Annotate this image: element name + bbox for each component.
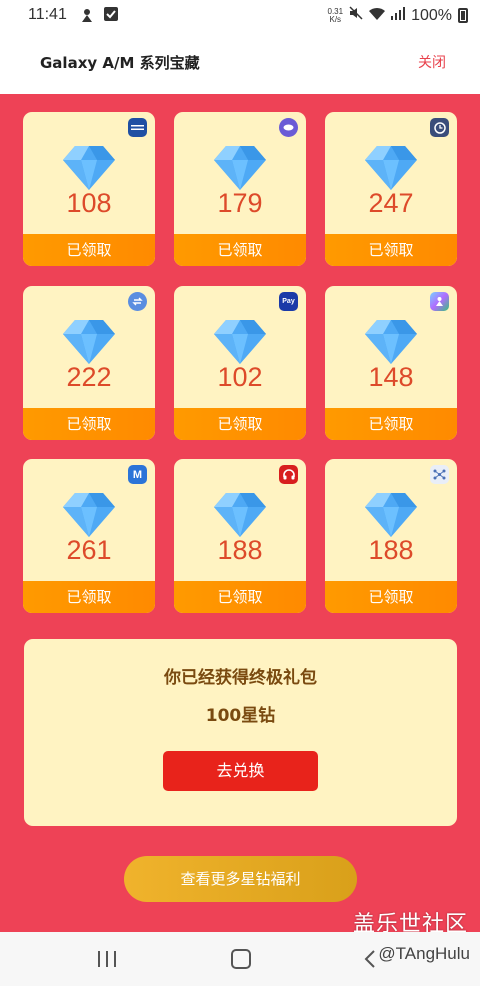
- diamond-icon: [214, 320, 266, 364]
- reward-value: 247: [368, 188, 414, 218]
- reward-value: 188: [368, 535, 414, 565]
- headphones-app-icon: [279, 465, 298, 484]
- diamond-icon: [63, 146, 115, 190]
- status-right: 0.31 K/s 100%: [328, 6, 468, 25]
- reward-card[interactable]: 148 已领取: [325, 286, 457, 440]
- checkbox-notification-icon: [104, 7, 118, 26]
- reward-value: 108: [66, 188, 112, 218]
- diamond-icon: [365, 146, 417, 190]
- diamond-icon: [63, 320, 115, 364]
- network-speed: 0.31 K/s: [328, 7, 344, 24]
- reward-value: 222: [66, 362, 112, 392]
- rewards-area: 108 已领取 179 已领取 247 已领取 222 已领取 Pay 102 …: [0, 94, 480, 932]
- claimed-label: 已领取: [23, 581, 155, 613]
- game-launcher-icon: [430, 292, 449, 311]
- notification-icon: [80, 7, 94, 28]
- claimed-label: 已领取: [325, 408, 457, 440]
- clock-app-icon: [430, 118, 449, 137]
- gift-amount: 100星钻: [205, 706, 276, 726]
- claimed-label: 已领取: [23, 234, 155, 266]
- signal-icon: [391, 6, 406, 25]
- mute-icon: [349, 6, 363, 25]
- claimed-label: 已领取: [174, 581, 306, 613]
- reward-card[interactable]: Pay 102 已领取: [174, 286, 306, 440]
- claimed-label: 已领取: [174, 234, 306, 266]
- recent-apps-button[interactable]: [98, 951, 118, 967]
- reward-card[interactable]: 179 已领取: [174, 112, 306, 266]
- reward-value: 179: [217, 188, 263, 218]
- status-time: 11:41: [28, 6, 67, 23]
- battery-percent: 100%: [411, 6, 452, 24]
- reward-value: 102: [217, 362, 263, 392]
- reward-card[interactable]: 247 已领取: [325, 112, 457, 266]
- samsung-notes-icon: M: [128, 465, 147, 484]
- app-header: Galaxy A/M 系列宝藏 关闭: [0, 30, 480, 94]
- share-network-icon: [430, 465, 449, 484]
- battery-icon: [458, 8, 468, 23]
- claimed-label: 已领取: [174, 408, 306, 440]
- ultimate-gift-panel: 你已经获得终极礼包 100星钻 去兑换: [24, 639, 457, 826]
- reward-card[interactable]: 188 已领取: [174, 459, 306, 613]
- diamond-icon: [214, 146, 266, 190]
- reward-value: 261: [66, 535, 112, 565]
- samsung-members-icon: [128, 118, 147, 137]
- home-button[interactable]: [231, 949, 251, 969]
- claimed-label: 已领取: [325, 234, 457, 266]
- diamond-icon: [63, 493, 115, 537]
- reward-value: 188: [217, 535, 263, 565]
- smart-switch-icon: [128, 292, 147, 311]
- galaxy-store-icon: [279, 118, 298, 137]
- more-rewards-button[interactable]: 查看更多星钻福利: [124, 856, 357, 902]
- reward-card[interactable]: 222 已领取: [23, 286, 155, 440]
- wifi-icon: [369, 7, 386, 25]
- close-button[interactable]: 关闭: [418, 52, 446, 72]
- samsung-pay-icon: Pay: [279, 292, 298, 311]
- reward-card[interactable]: 188 已领取: [325, 459, 457, 613]
- watermark-user: @TAngHulu: [378, 944, 470, 963]
- diamond-icon: [365, 320, 417, 364]
- netspeed-unit: K/s: [329, 14, 342, 24]
- diamond-icon: [214, 493, 266, 537]
- redeem-button[interactable]: 去兑换: [163, 751, 318, 791]
- diamond-icon: [365, 493, 417, 537]
- reward-value: 148: [368, 362, 414, 392]
- page-title: Galaxy A/M 系列宝藏: [40, 54, 200, 72]
- reward-card[interactable]: 108 已领取: [23, 112, 155, 266]
- reward-card[interactable]: M 261 已领取: [23, 459, 155, 613]
- back-icon[interactable]: [363, 949, 377, 969]
- status-bar: 11:41 0.31 K/s 100%: [0, 0, 480, 30]
- gift-title: 你已经获得终极礼包: [164, 668, 317, 688]
- claimed-label: 已领取: [23, 408, 155, 440]
- claimed-label: 已领取: [325, 581, 457, 613]
